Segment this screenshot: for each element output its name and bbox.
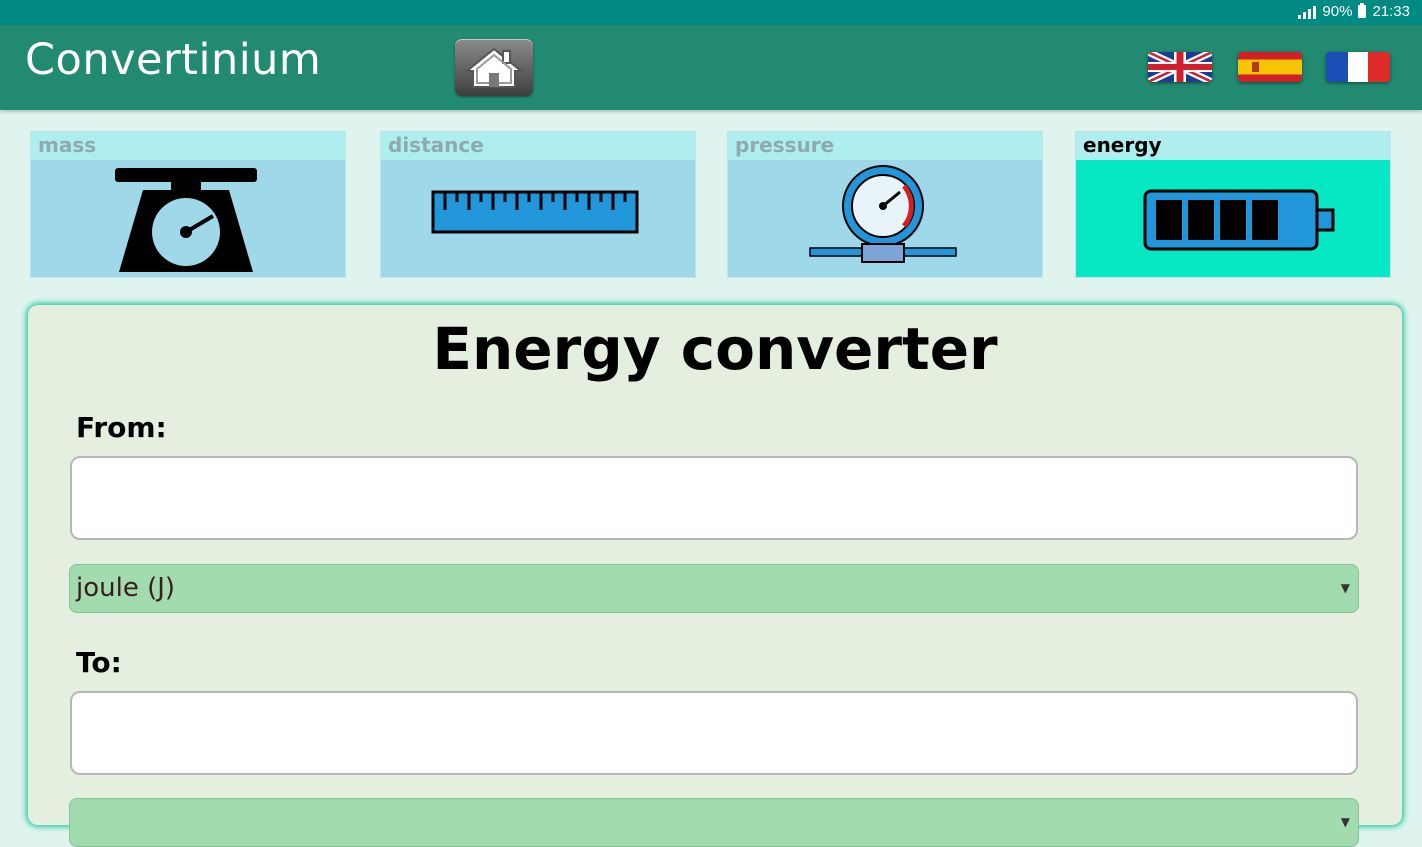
chevron-down-icon: ▼: [1340, 815, 1350, 829]
app-title: Convertinium: [25, 35, 322, 85]
from-value-input[interactable]: [70, 456, 1358, 540]
battery-icon: [1143, 189, 1335, 251]
status-bar: 90% 21:33: [0, 0, 1422, 25]
category-label: pressure: [728, 132, 1042, 160]
battery-status-icon: [1358, 3, 1367, 18]
category-tile-energy[interactable]: energy: [1075, 131, 1391, 278]
category-label: mass: [31, 132, 345, 160]
signal-icon: [1298, 5, 1317, 19]
converter-title: Energy converter: [432, 315, 998, 383]
category-tile-pressure[interactable]: pressure: [727, 131, 1043, 278]
to-value-input[interactable]: [70, 691, 1358, 775]
app-bar: Convertinium: [0, 25, 1422, 110]
france-flag-button[interactable]: [1326, 52, 1390, 82]
category-label: distance: [381, 132, 695, 160]
scale-icon: [115, 168, 257, 272]
home-icon: [464, 47, 524, 88]
spain-flag-icon: [1238, 52, 1302, 82]
category-tile-distance[interactable]: distance: [380, 131, 696, 278]
france-flag-icon: [1326, 52, 1390, 82]
from-unit-select[interactable]: joule (J) ▼: [69, 564, 1359, 613]
converter-card: Energy converter From: joule (J) ▼ To: ▼: [28, 305, 1402, 847]
ruler-icon: [431, 190, 639, 234]
to-unit-select[interactable]: ▼: [69, 798, 1359, 847]
from-label: From:: [76, 411, 167, 444]
category-tile-mass[interactable]: mass: [30, 131, 346, 278]
to-label: To:: [76, 646, 122, 679]
from-unit-selected: joule (J): [76, 573, 176, 603]
uk-flag-icon: [1148, 52, 1212, 82]
chevron-down-icon: ▼: [1340, 581, 1350, 595]
home-button[interactable]: [455, 39, 533, 96]
clock: 21:33: [1372, 3, 1410, 20]
category-label: energy: [1076, 132, 1390, 160]
uk-flag-button[interactable]: [1148, 52, 1212, 82]
battery-percent: 90%: [1322, 3, 1353, 20]
spain-flag-button[interactable]: [1238, 52, 1302, 82]
pressure-gauge-icon: [809, 165, 957, 263]
